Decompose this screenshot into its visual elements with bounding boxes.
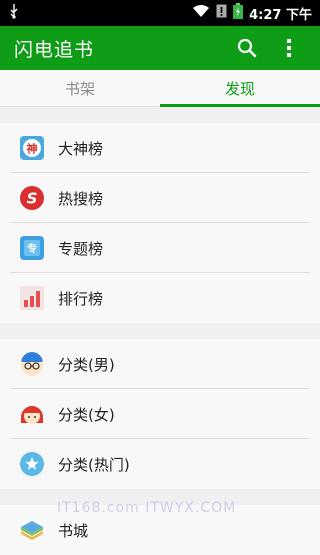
search-icon <box>237 38 257 58</box>
search-button[interactable] <box>230 31 264 65</box>
watermark: IT168.com ITWYX.COM <box>57 500 237 516</box>
rankings-group: 神 大神榜 S 热搜榜 专 专题榜 排行榜 <box>0 123 320 323</box>
topic-badge-icon: 专 <box>18 234 46 262</box>
svg-text:专: 专 <box>27 242 37 255</box>
status-bar: 4:27 下午 <box>0 0 320 26</box>
girl-avatar-icon <box>18 400 46 428</box>
tab-bar: 书架 发现 <box>0 70 320 107</box>
tab-indicator <box>160 104 320 107</box>
list-item-dashen[interactable]: 神 大神榜 <box>0 123 320 173</box>
list-item-label: 大神榜 <box>58 139 104 158</box>
overflow-menu-button[interactable] <box>272 31 306 65</box>
section-gap <box>0 323 320 339</box>
list-item-label: 分类(热门) <box>58 455 130 474</box>
list-item-label: 热搜榜 <box>58 189 104 208</box>
wifi-icon <box>192 4 210 22</box>
list-item-label: 排行榜 <box>58 289 104 308</box>
bookstore-icon <box>18 516 46 544</box>
list-item-hot-search[interactable]: S 热搜榜 <box>0 173 320 223</box>
usb-icon <box>8 3 20 23</box>
app-title: 闪电追书 <box>14 38 95 61</box>
svg-text:S: S <box>27 190 38 208</box>
list-item-ranking[interactable]: 排行榜 <box>0 273 320 323</box>
list-item-label: 书城 <box>58 521 89 540</box>
list-item-label: 专题榜 <box>58 239 104 258</box>
list-item-topic[interactable]: 专 专题榜 <box>0 223 320 273</box>
hot-search-s-icon: S <box>18 184 46 212</box>
list-item-category-female[interactable]: 分类(女) <box>0 389 320 439</box>
ranking-bars-icon <box>18 284 46 312</box>
categories-group: 分类(男) 分类(女) 分类(热门) <box>0 339 320 489</box>
section-gap <box>0 107 320 123</box>
list-item-label: 分类(男) <box>58 355 115 374</box>
clock: 4:27 下午 <box>249 7 312 23</box>
list-item-category-hot[interactable]: 分类(热门) <box>0 439 320 489</box>
shen-badge-icon: 神 <box>18 134 46 162</box>
svg-text:神: 神 <box>27 142 38 156</box>
tab-bookshelf[interactable]: 书架 <box>0 70 160 106</box>
list-item-label: 分类(女) <box>58 405 115 424</box>
boy-avatar-icon <box>18 350 46 378</box>
list-item-category-male[interactable]: 分类(男) <box>0 339 320 389</box>
more-vertical-icon <box>287 39 291 57</box>
tab-discover[interactable]: 发现 <box>160 70 320 106</box>
battery-charging-icon <box>233 3 244 23</box>
star-circle-icon <box>18 450 46 478</box>
sim-alert-icon <box>216 4 227 22</box>
app-bar: 闪电追书 <box>0 26 320 70</box>
